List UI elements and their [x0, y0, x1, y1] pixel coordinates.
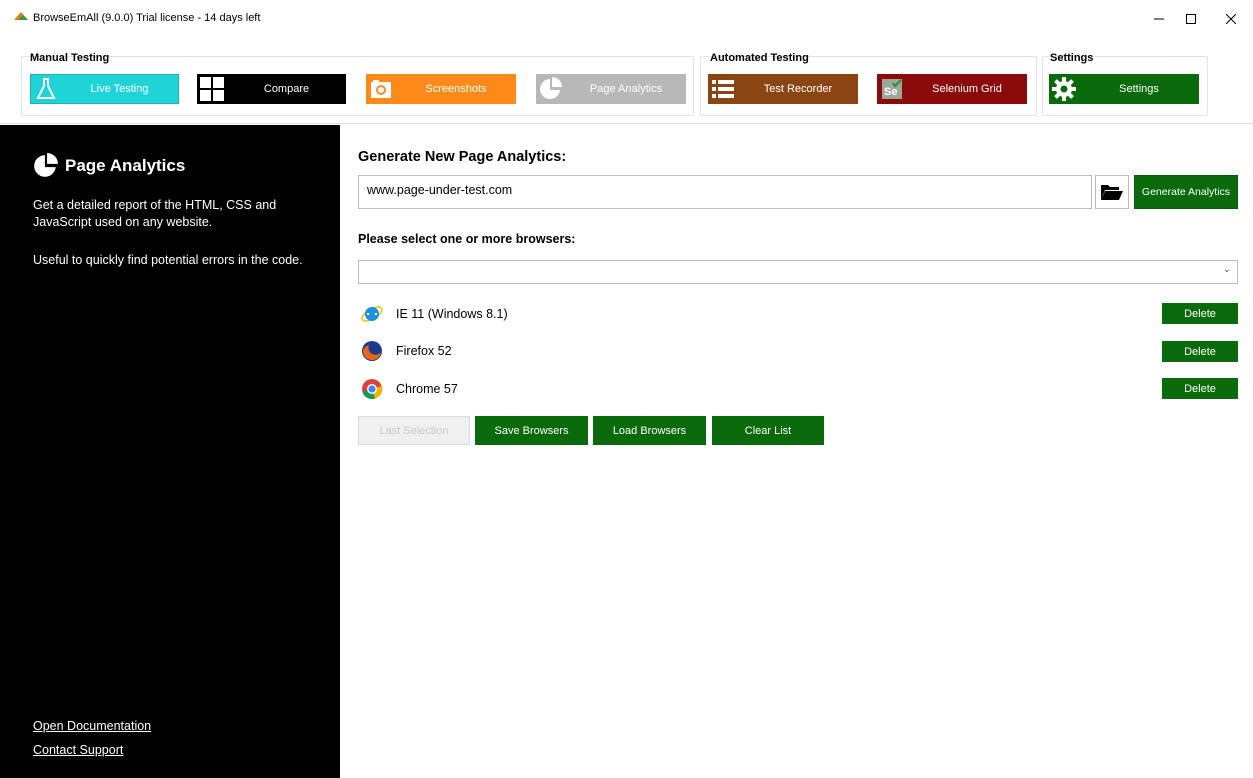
browser-row: IE 11 (Windows 8.1): [360, 302, 1240, 326]
last-selection-button[interactable]: Last Selection: [358, 416, 470, 445]
browser-select[interactable]: ⌄: [358, 260, 1238, 284]
settings-button[interactable]: Settings: [1049, 74, 1199, 104]
browser-name: Firefox 52: [396, 344, 452, 358]
sidebar-title: Page Analytics: [33, 153, 185, 179]
delete-button[interactable]: Delete: [1162, 303, 1238, 324]
chrome-icon: [360, 377, 384, 401]
url-input[interactable]: www.page-under-test.com: [358, 175, 1092, 209]
contact-support-link[interactable]: Contact Support: [33, 743, 123, 757]
pie-chart-icon: [536, 74, 566, 104]
test-recorder-button[interactable]: Test Recorder: [708, 74, 858, 104]
sidebar: Page Analytics Get a detailed report of …: [0, 125, 340, 778]
sidebar-description: Get a detailed report of the HTML, CSS a…: [33, 198, 277, 229]
window-title: BrowseEmAll (9.0.0) Trial license - 14 d…: [33, 12, 261, 24]
open-folder-button[interactable]: [1095, 175, 1129, 209]
settings-group-label: Settings: [1050, 52, 1094, 64]
browser-name: Chrome 57: [396, 382, 458, 396]
generate-analytics-button[interactable]: Generate Analytics: [1134, 175, 1238, 209]
app-logo-icon: [14, 12, 28, 20]
chevron-down-icon: ⌄: [1222, 264, 1231, 275]
manual-testing-label: Manual Testing: [30, 52, 110, 64]
selenium-icon: Se: [877, 74, 907, 104]
live-testing-label: Live Testing: [90, 83, 149, 95]
settings-label: Settings: [1119, 83, 1159, 95]
clear-list-button[interactable]: Clear List: [712, 416, 824, 445]
ie-icon: [360, 302, 384, 326]
generate-heading: Generate New Page Analytics:: [358, 149, 567, 165]
screenshots-label: Screenshots: [425, 83, 487, 95]
selenium-grid-button[interactable]: Se Selenium Grid: [877, 74, 1027, 104]
pie-chart-icon: [34, 153, 58, 177]
browser-name: IE 11 (Windows 8.1): [396, 307, 508, 321]
delete-button[interactable]: Delete: [1162, 378, 1238, 399]
browser-row: Chrome 57: [360, 377, 1240, 401]
sidebar-description-2: Useful to quickly find potential errors …: [33, 253, 303, 267]
browsers-heading: Please select one or more browsers:: [358, 232, 576, 246]
grid-icon: [197, 74, 227, 104]
sidebar-title-text: Page Analytics: [65, 156, 186, 175]
automated-testing-label: Automated Testing: [710, 52, 809, 64]
browser-row: Firefox 52: [360, 339, 1240, 363]
svg-text:Se: Se: [884, 86, 897, 98]
flask-icon: [31, 74, 61, 104]
open-documentation-link[interactable]: Open Documentation: [33, 719, 151, 733]
gear-icon: [1049, 74, 1079, 104]
test-recorder-label: Test Recorder: [763, 83, 833, 95]
main-panel: Generate New Page Analytics: www.page-un…: [340, 125, 1253, 778]
page-analytics-label: Page Analytics: [589, 83, 663, 95]
firefox-icon: [360, 339, 384, 363]
save-browsers-button[interactable]: Save Browsers: [475, 416, 588, 445]
title-bar: BrowseEmAll (9.0.0) Trial license - 14 d…: [0, 0, 1253, 34]
ribbon-toolbar: Manual Testing Automated Testing Setting…: [0, 34, 1253, 124]
compare-label: Compare: [263, 83, 310, 95]
compare-button[interactable]: Compare: [197, 74, 346, 104]
close-button[interactable]: [1216, 8, 1246, 30]
load-browsers-button[interactable]: Load Browsers: [593, 416, 706, 445]
delete-button[interactable]: Delete: [1162, 341, 1238, 362]
screenshots-button[interactable]: Screenshots: [366, 74, 516, 104]
maximize-button[interactable]: [1176, 8, 1206, 30]
minimize-button[interactable]: [1144, 8, 1174, 30]
page-analytics-button[interactable]: Page Analytics: [536, 74, 686, 104]
list-icon: [708, 74, 738, 104]
selenium-grid-label: Selenium Grid: [932, 83, 1002, 95]
folder-icon: [1101, 185, 1123, 200]
live-testing-button[interactable]: Live Testing: [30, 74, 179, 104]
camera-icon: [366, 74, 396, 104]
